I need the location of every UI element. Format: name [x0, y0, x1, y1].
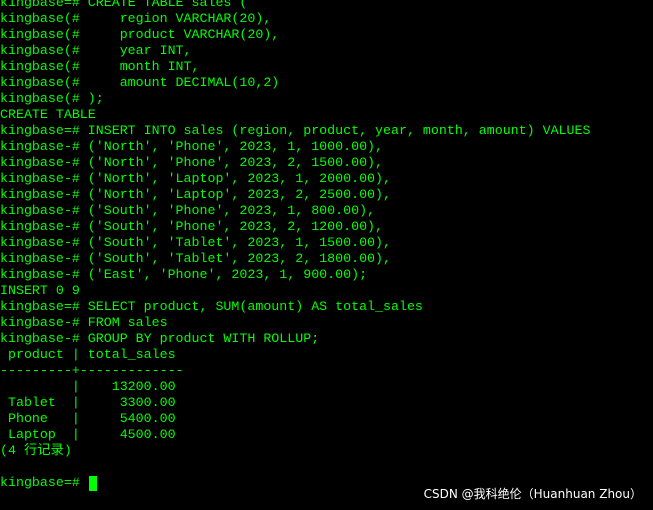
- terminal-line: kingbase-# ('South', 'Tablet', 2023, 1, …: [0, 235, 391, 250]
- terminal-line: CREATE TABLE: [0, 107, 96, 122]
- result-row: Tablet | 3300.00: [0, 395, 176, 410]
- terminal-line: kingbase-# ('South', 'Tablet', 2023, 2, …: [0, 251, 391, 266]
- terminal-window[interactable]: kingbase=# CREATE TABLE sales ( kingbase…: [0, 0, 653, 510]
- terminal-line: kingbase(# );: [0, 91, 104, 106]
- terminal-line: kingbase(# product VARCHAR(20),: [0, 27, 280, 42]
- terminal-line: kingbase=# INSERT INTO sales (region, pr…: [0, 123, 591, 138]
- prompt-text: kingbase=#: [0, 475, 88, 490]
- terminal-line: kingbase-# ('North', 'Laptop', 2023, 2, …: [0, 187, 391, 202]
- result-row: Phone | 5400.00: [0, 411, 176, 426]
- terminal-line: kingbase-# ('South', 'Phone', 2023, 2, 1…: [0, 219, 384, 234]
- row-count: (4 行记录): [0, 443, 72, 458]
- watermark: CSDN @我科绝伦（Huanhuan Zhou）: [423, 487, 642, 501]
- text-cursor: [88, 475, 97, 491]
- terminal-line: kingbase(# amount DECIMAL(10,2): [0, 75, 280, 90]
- terminal-line: INSERT 0 9: [0, 283, 80, 298]
- result-separator: ---------+-------------: [0, 363, 184, 378]
- terminal-line: kingbase(# region VARCHAR(20),: [0, 11, 272, 26]
- result-header: product | total_sales: [0, 347, 176, 362]
- result-row: | 13200.00: [0, 379, 176, 394]
- terminal-line: kingbase=# CREATE TABLE sales (: [0, 0, 248, 10]
- result-row: Laptop | 4500.00: [0, 427, 176, 442]
- terminal-line: kingbase-# FROM sales: [0, 315, 168, 330]
- terminal-line: kingbase-# ('North', 'Phone', 2023, 1, 1…: [0, 139, 384, 154]
- terminal-line: kingbase-# ('North', 'Phone', 2023, 2, 1…: [0, 155, 384, 170]
- terminal-line: kingbase-# ('East', 'Phone', 2023, 1, 90…: [0, 267, 368, 282]
- terminal-line: kingbase-# ('South', 'Phone', 2023, 1, 8…: [0, 203, 376, 218]
- terminal-line: kingbase(# year INT,: [0, 43, 192, 58]
- terminal-line: kingbase(# month INT,: [0, 59, 200, 74]
- terminal-line: kingbase=# SELECT product, SUM(amount) A…: [0, 299, 423, 314]
- terminal-line: kingbase-# GROUP BY product WITH ROLLUP;: [0, 331, 320, 346]
- terminal-line: kingbase-# ('North', 'Laptop', 2023, 1, …: [0, 171, 391, 186]
